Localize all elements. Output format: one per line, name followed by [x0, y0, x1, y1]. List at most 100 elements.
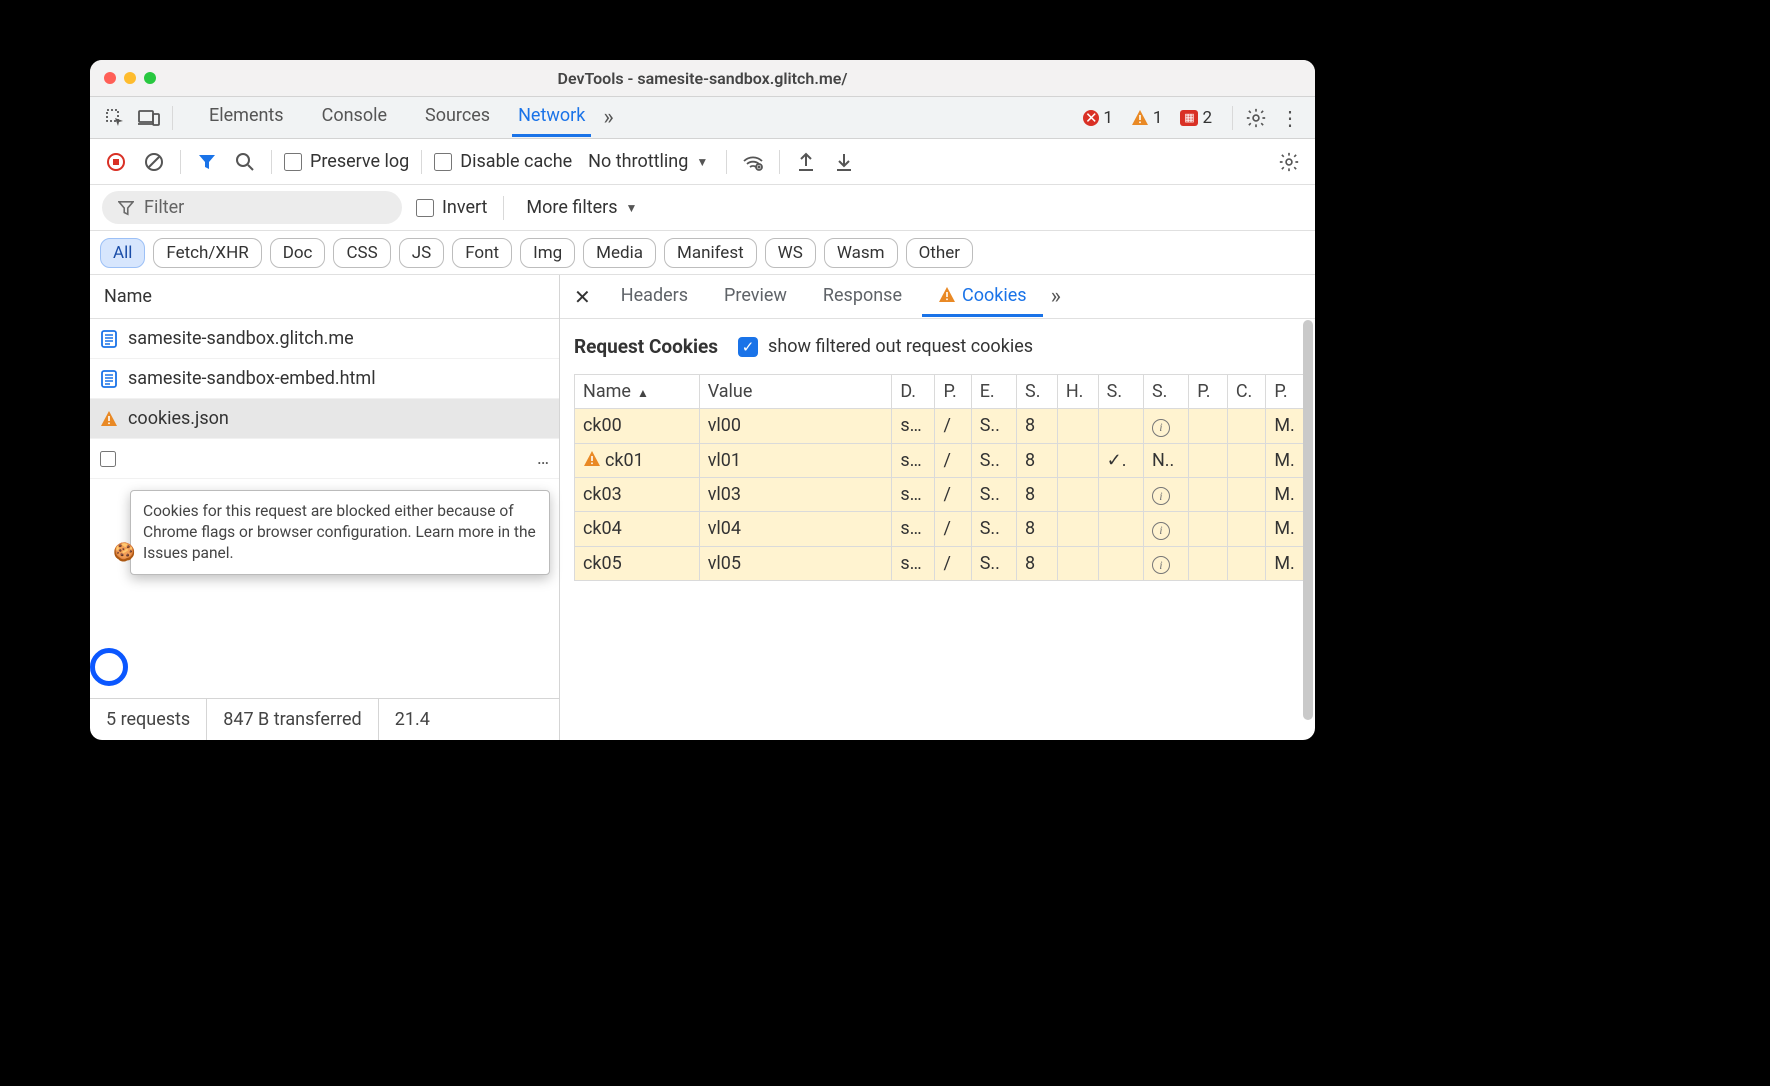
- device-toolbar-icon[interactable]: [136, 105, 162, 131]
- warning-count[interactable]: 1: [1131, 108, 1163, 128]
- cookie-cell: [1227, 546, 1266, 581]
- scrollbar-thumb[interactable]: [1303, 320, 1313, 720]
- inspect-element-icon[interactable]: [102, 105, 128, 131]
- filter-chip-img[interactable]: Img: [520, 238, 575, 268]
- network-conditions-icon[interactable]: [739, 148, 767, 176]
- filter-chip-js[interactable]: JS: [399, 238, 444, 268]
- close-window-button[interactable]: [104, 72, 116, 84]
- cookie-col-header[interactable]: Name▲: [575, 375, 700, 409]
- cookie-col-header[interactable]: S.: [1143, 375, 1188, 409]
- disable-cache-checkbox[interactable]: Disable cache: [434, 151, 572, 172]
- tab-network[interactable]: Network: [512, 98, 591, 137]
- settings-icon[interactable]: [1243, 105, 1269, 131]
- filter-input[interactable]: Filter: [102, 191, 402, 224]
- cookie-cell: M.: [1266, 546, 1305, 581]
- panel-tab-preview[interactable]: Preview: [708, 277, 803, 317]
- warning-icon: [100, 410, 118, 428]
- more-filters-dropdown[interactable]: More filters▼: [520, 197, 643, 218]
- tab-elements[interactable]: Elements: [193, 98, 300, 137]
- preserve-log-checkbox[interactable]: Preserve log: [284, 151, 409, 172]
- filter-chip-wasm[interactable]: Wasm: [824, 238, 898, 268]
- cookie-row[interactable]: ck05vl05s…/S..8iM.: [575, 546, 1305, 581]
- request-row[interactable]: samesite-sandbox.glitch.me: [90, 319, 559, 359]
- cookie-col-header[interactable]: P.: [1266, 375, 1305, 409]
- maximize-window-button[interactable]: [144, 72, 156, 84]
- clear-button[interactable]: [140, 148, 168, 176]
- panel-tab-cookies[interactable]: Cookies: [922, 277, 1043, 317]
- filter-chip-manifest[interactable]: Manifest: [664, 238, 757, 268]
- filter-chip-all[interactable]: All: [100, 238, 145, 268]
- document-icon: [100, 330, 118, 348]
- cookie-row[interactable]: ck00vl00s…/S..8iM.: [575, 409, 1305, 444]
- request-row[interactable]: …: [90, 439, 559, 479]
- filter-toggle-icon[interactable]: [193, 148, 221, 176]
- minimize-window-button[interactable]: [124, 72, 136, 84]
- cookie-cell: 8: [1017, 443, 1058, 477]
- cookie-row[interactable]: ck01vl01s…/S..8✓.N..M.: [575, 443, 1305, 477]
- search-icon[interactable]: [231, 148, 259, 176]
- cookie-cell: s…: [892, 443, 935, 477]
- warning-icon: [1131, 109, 1149, 127]
- name-column-header[interactable]: Name: [90, 275, 559, 319]
- close-details-button[interactable]: ✕: [564, 285, 601, 309]
- request-name: cookies.json: [128, 408, 229, 429]
- panel-tab-response[interactable]: Response: [807, 277, 918, 317]
- cookie-col-header[interactable]: P.: [935, 375, 971, 409]
- cookie-cell: [1057, 443, 1098, 477]
- panel-tab-headers[interactable]: Headers: [605, 277, 704, 317]
- cookie-cell: M.: [1266, 512, 1305, 547]
- cookie-row[interactable]: ck04vl04s…/S..8iM.: [575, 512, 1305, 547]
- transferred-size: 847 B transferred: [207, 699, 378, 740]
- cookie-col-header[interactable]: C.: [1227, 375, 1266, 409]
- issues-count[interactable]: ▦ 2: [1180, 108, 1212, 128]
- cookies-panel-body: Request Cookies ✓ show filtered out requ…: [560, 319, 1315, 740]
- filter-chip-ws[interactable]: WS: [765, 238, 816, 268]
- show-filtered-checkbox[interactable]: ✓ show filtered out request cookies: [738, 336, 1033, 357]
- cookie-col-header[interactable]: P.: [1189, 375, 1228, 409]
- request-cookies-title: Request Cookies: [574, 335, 718, 358]
- kebab-menu-icon[interactable]: ⋮: [1277, 105, 1303, 131]
- cookie-cell: [1057, 477, 1098, 512]
- network-settings-icon[interactable]: [1275, 148, 1303, 176]
- invert-checkbox[interactable]: Invert: [416, 197, 487, 218]
- row-checkbox[interactable]: [100, 451, 116, 467]
- filter-chip-doc[interactable]: Doc: [270, 238, 326, 268]
- cookie-cell: S..: [971, 477, 1016, 512]
- cookie-cell: S..: [971, 409, 1016, 444]
- more-tabs-button[interactable]: »: [603, 105, 613, 130]
- funnel-icon: [118, 200, 134, 216]
- request-row[interactable]: cookies.json: [90, 399, 559, 439]
- cookie-cell: [1098, 512, 1143, 547]
- cookie-cell: s…: [892, 477, 935, 512]
- cookie-col-header[interactable]: D.: [892, 375, 935, 409]
- filter-chip-css[interactable]: CSS: [333, 238, 390, 268]
- filter-chip-media[interactable]: Media: [583, 238, 656, 268]
- record-button[interactable]: [102, 148, 130, 176]
- cookie-cell: [1189, 477, 1228, 512]
- export-har-icon[interactable]: [792, 148, 820, 176]
- chevron-down-icon: ▼: [626, 201, 638, 215]
- cookie-col-header[interactable]: S.: [1098, 375, 1143, 409]
- cookie-cell: s…: [892, 546, 935, 581]
- tab-console[interactable]: Console: [306, 98, 403, 137]
- throttling-select[interactable]: No throttling▼: [582, 151, 714, 172]
- cookies-table: Name▲ValueD.P.E.S.H.S.S.P.C.P. ck00vl00s…: [574, 374, 1305, 581]
- filter-chip-font[interactable]: Font: [452, 238, 512, 268]
- import-har-icon[interactable]: [830, 148, 858, 176]
- tab-sources[interactable]: Sources: [409, 98, 506, 137]
- cookie-col-header[interactable]: H.: [1057, 375, 1098, 409]
- cookie-col-header[interactable]: S.: [1017, 375, 1058, 409]
- warning-icon: [938, 286, 956, 304]
- cookie-cell: [1227, 477, 1266, 512]
- filter-chip-fetch-xhr[interactable]: Fetch/XHR: [153, 238, 261, 268]
- cookie-cell: ck00: [575, 409, 700, 444]
- cookie-cell: i: [1143, 477, 1188, 512]
- more-panel-tabs-button[interactable]: »: [1051, 284, 1061, 309]
- request-row[interactable]: samesite-sandbox-embed.html: [90, 359, 559, 399]
- filter-chip-other[interactable]: Other: [906, 238, 973, 268]
- error-count[interactable]: ✕ 1: [1083, 108, 1113, 128]
- cookie-col-header[interactable]: E.: [971, 375, 1016, 409]
- cookie-row[interactable]: ck03vl03s…/S..8iM.: [575, 477, 1305, 512]
- cookie-col-header[interactable]: Value: [699, 375, 892, 409]
- cookie-cell: s…: [892, 512, 935, 547]
